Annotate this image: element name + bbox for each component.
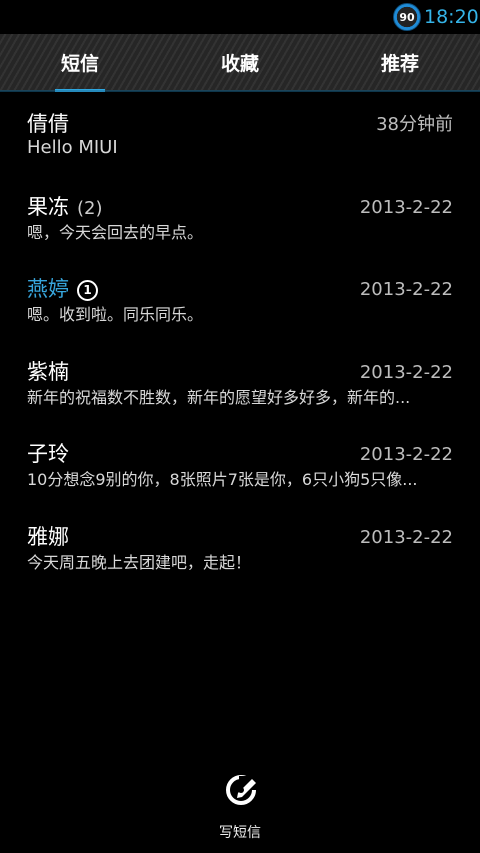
tab-bar: 短信 收藏 推荐: [0, 34, 480, 92]
contact-name: 燕婷 1: [27, 276, 98, 302]
contact-name-text: 燕婷: [27, 277, 69, 302]
message-item[interactable]: 燕婷 1 2013-2-22 嗯。收到啦。同乐同乐。: [0, 257, 480, 340]
message-time: 2013-2-22: [359, 526, 453, 548]
message-preview: 嗯。收到啦。同乐同乐。: [27, 305, 204, 325]
message-time: 2013-2-22: [359, 196, 453, 218]
message-list: 倩倩 38分钟前 Hello MIUI 果冻 (2) 2013-2-22 嗯，今天…: [0, 92, 480, 588]
tab-sms[interactable]: 短信: [0, 34, 160, 92]
message-count: (2): [77, 197, 103, 219]
contact-name-text: 雅娜: [27, 524, 69, 549]
message-preview: 嗯，今天会回去的早点。: [27, 222, 204, 242]
contact-name: 子玲: [27, 441, 69, 467]
message-item[interactable]: 倩倩 38分钟前 Hello MIUI: [0, 92, 480, 175]
message-item[interactable]: 子玲 2013-2-22 10分想念9别的你，8张照片7张是你，6只小狗5只像.…: [0, 422, 480, 505]
contact-name-text: 紫楠: [27, 359, 69, 384]
battery-icon: 90: [393, 3, 421, 31]
contact-name-text: 子玲: [27, 442, 69, 467]
contact-name: 紫楠: [27, 359, 69, 385]
message-time: 2013-2-22: [359, 444, 453, 466]
message-time: 2013-2-22: [359, 279, 453, 301]
message-time: 38分钟前: [376, 114, 453, 135]
compose-label: 写短信: [219, 825, 261, 841]
tab-recommended[interactable]: 推荐: [320, 34, 480, 90]
contact-name-text: 倩倩: [27, 112, 69, 136]
message-item[interactable]: 紫楠 2013-2-22 新年的祝福数不胜数，新年的愿望好多好多，新年的...: [0, 340, 480, 423]
contact-name-text: 果冻: [27, 194, 69, 219]
unread-count-badge: 1: [77, 280, 98, 302]
contact-name: 雅娜: [27, 524, 69, 550]
status-bar: 90 18:20: [0, 0, 480, 34]
message-item[interactable]: 果冻 (2) 2013-2-22 嗯，今天会回去的早点。: [0, 175, 480, 258]
message-preview: 新年的祝福数不胜数，新年的愿望好多好多，新年的...: [27, 387, 411, 407]
message-item[interactable]: 雅娜 2013-2-22 今天周五晚上去团建吧，走起！: [0, 505, 480, 588]
battery-level: 90: [399, 10, 415, 24]
status-time: 18:20: [424, 6, 479, 28]
compose-button[interactable]: 写短信: [200, 770, 280, 850]
message-time: 2013-2-22: [359, 361, 453, 383]
tab-favorites[interactable]: 收藏: [160, 34, 320, 90]
message-preview: 今天周五晚上去团建吧，走起！: [27, 552, 252, 572]
contact-name: 果冻 (2): [27, 194, 103, 222]
compose-icon: [226, 775, 257, 805]
message-preview: 10分想念9别的你，8张照片7张是你，6只小狗5只像...: [27, 470, 418, 490]
message-preview: Hello MIUI: [27, 138, 118, 158]
contact-name: 倩倩: [27, 111, 69, 137]
